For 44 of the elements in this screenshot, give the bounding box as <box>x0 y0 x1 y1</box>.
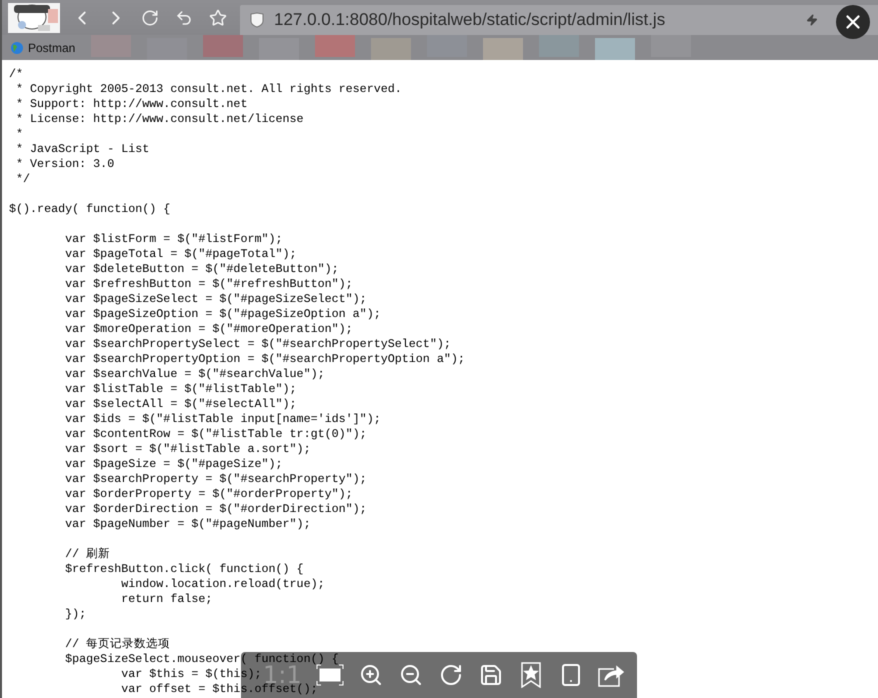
code-line: var $pageTotal = $("#pageTotal"); <box>64 247 297 262</box>
code-line: window.location.reload(true); <box>120 577 325 592</box>
code-line: * License: http://www.consult.net/license <box>15 112 304 127</box>
code-line: var $orderProperty = $("#orderProperty"); <box>64 487 353 502</box>
bookmark-item[interactable]: Postman <box>10 40 76 54</box>
code-line: * Support: http://www.consult.net <box>15 97 248 112</box>
code-line: var $pageNumber = $("#pageNumber"); <box>64 517 311 532</box>
code-line: var $searchValue = $("#searchValue"); <box>64 367 325 382</box>
code-line: var $orderDirection = $("#orderDirection"); <box>64 502 367 517</box>
code-line: */ <box>15 172 30 187</box>
code-line: var $deleteButton = $("#deleteButton"); <box>64 262 339 277</box>
code-line: var $searchPropertyOption = $("#searchPropertyOption a"); <box>64 352 465 367</box>
code-line: * Version: 3.0 <box>15 157 114 172</box>
code-line: * <box>15 127 24 142</box>
code-line: var $sort = $("#listTable a.sort"); <box>64 442 311 457</box>
lightning-icon <box>806 14 818 26</box>
globe-icon <box>10 40 24 54</box>
code-line: var $searchPropertySelect = $("#searchPropertySelect"); <box>64 337 451 352</box>
code-line: var $pageSize = $("#pageSize"); <box>64 457 283 472</box>
code-line: var $listForm = $("#listForm"); <box>64 232 283 247</box>
code-line: var $listTable = $("#listTable"); <box>64 382 297 397</box>
code-line: // 刷新 <box>64 547 110 562</box>
code-line: $refreshButton.click( function() { <box>64 562 304 577</box>
code-line: var $pageSizeOption = $("#pageSizeOption a"); <box>64 307 381 322</box>
reload-icon <box>141 8 159 26</box>
code-line: var $moreOperation = $("#moreOperation"); <box>64 322 353 337</box>
code-line: * Copyright 2005-2013 consult.net. All rights reserved. <box>15 82 402 97</box>
shield-icon <box>250 12 264 28</box>
code-line: /* <box>9 67 24 82</box>
code-line: var $searchProperty = $("#searchProperty"); <box>64 472 367 487</box>
undo-icon <box>175 8 193 26</box>
code-line: var $selectAll = $("#selectAll"); <box>64 397 297 412</box>
code-line: var $ids = $("#listTable input[name='ids']"); <box>64 412 381 427</box>
code-line: var $contentRow = $("#listTable tr:gt(0)"); <box>64 427 367 442</box>
code-line: * JavaScript - List <box>15 142 150 157</box>
url-text: 127.0.0.1:8080/hospitalweb/static/script/admin/list.js <box>274 10 666 30</box>
code-line: var $refreshButton = $("#refreshButton"); <box>64 277 353 292</box>
code-line: $().ready( function() { <box>9 202 170 217</box>
address-bar[interactable]: 127.0.0.1:8080/hospitalweb/static/script/admin/list.js <box>240 4 878 34</box>
star-icon <box>209 8 227 26</box>
code-line: var $pageSizeSelect = $("#pageSizeSelect"); <box>64 292 367 307</box>
code-line: // 每页记录数选项 <box>64 637 170 652</box>
code-line: return false; <box>120 592 212 607</box>
code-line: }); <box>64 607 86 622</box>
